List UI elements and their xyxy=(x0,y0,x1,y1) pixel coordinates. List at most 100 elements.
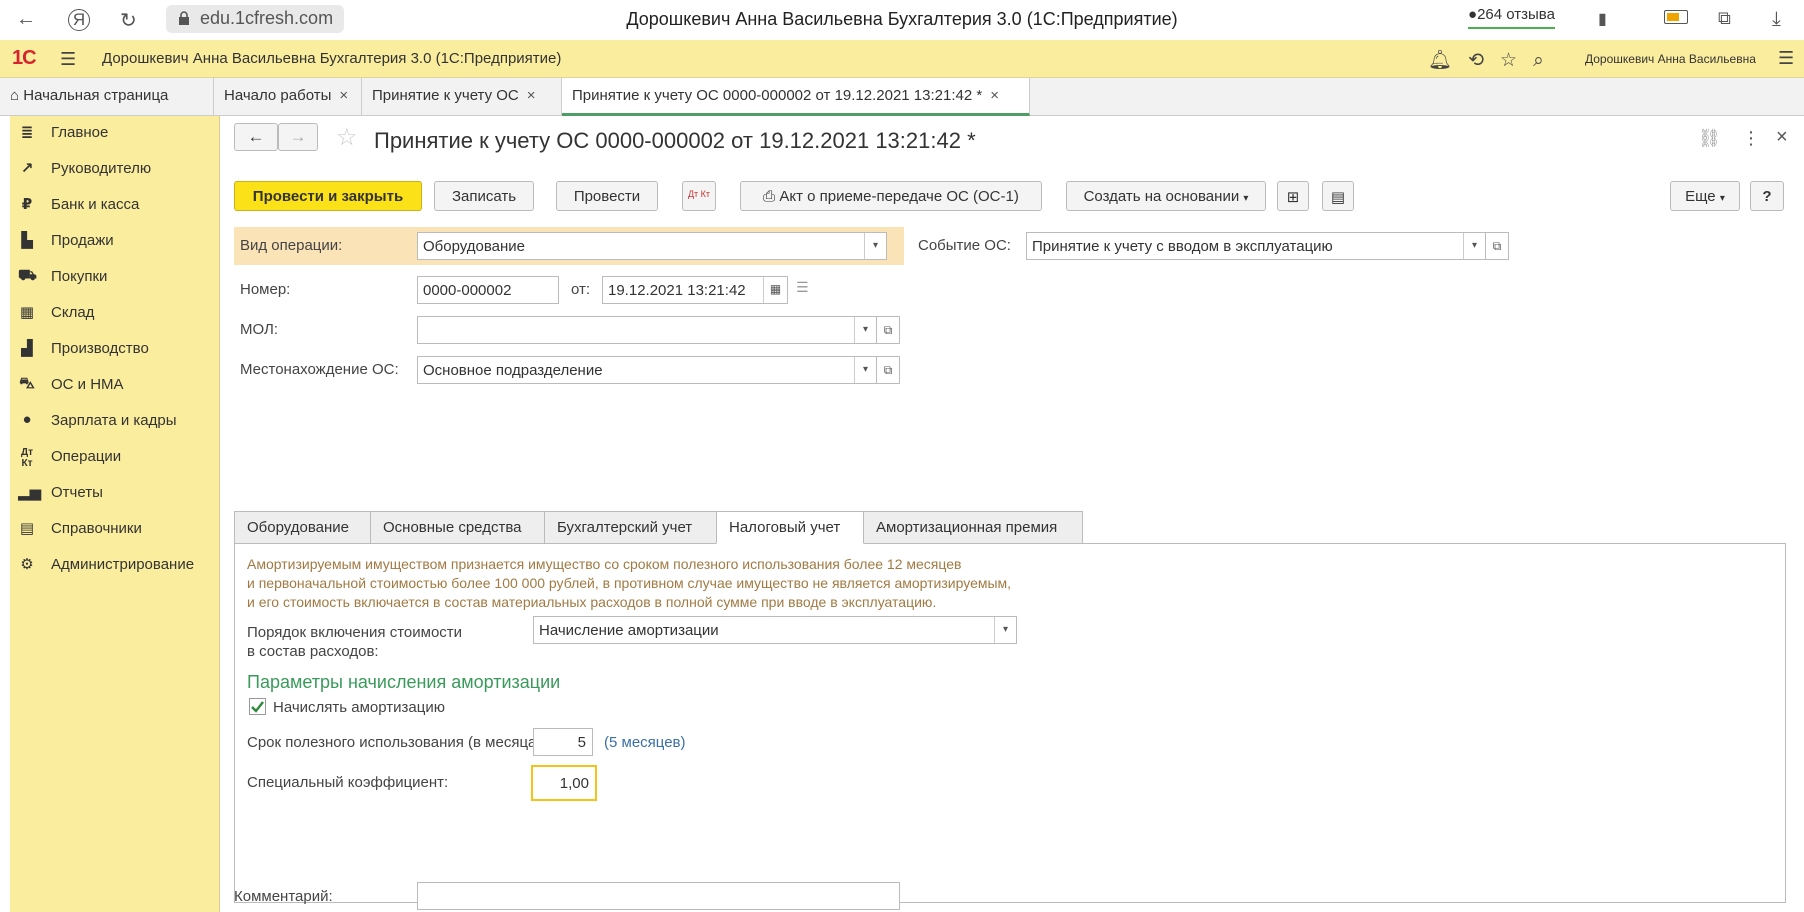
close-icon[interactable]: × xyxy=(339,87,348,104)
act-os1-label: Акт о приеме-передаче ОС (ОС-1) xyxy=(779,188,1019,205)
favorite-star-icon[interactable]: ☆ xyxy=(336,123,358,152)
menu-icon[interactable]: ☰ xyxy=(60,49,76,70)
link-icon[interactable]: ⛓ xyxy=(1698,128,1721,149)
reviews-badge[interactable]: ●264 отзыва xyxy=(1468,6,1555,29)
chevron-down-icon[interactable]: ▾ xyxy=(1463,233,1485,259)
sidebar-item-label: Отчеты xyxy=(51,484,103,501)
tab-start[interactable]: Начало работы × xyxy=(214,78,362,116)
page-title: Принятие к учету ОС 0000-000002 от 19.12… xyxy=(374,128,976,153)
sidebar-item-assets[interactable]: ⛍ ОС и НМА xyxy=(10,368,220,402)
location-value: Основное подразделение xyxy=(423,362,603,379)
post-button[interactable]: Провести xyxy=(556,181,658,211)
sidebar-item-operations[interactable]: Дт Кт Операции xyxy=(10,440,220,474)
comment-list-icon[interactable]: ☰ xyxy=(796,279,809,296)
chevron-down-icon[interactable]: ▾ xyxy=(994,617,1016,643)
nav-forward-button[interactable]: → xyxy=(278,123,318,151)
operation-type-select[interactable]: Оборудование ▾ xyxy=(417,232,887,260)
chevron-down-icon: ▾ xyxy=(1719,193,1725,204)
tab-os-list[interactable]: Принятие к учету ОС × xyxy=(362,78,562,116)
chevron-down-icon[interactable]: ▾ xyxy=(854,357,876,383)
post-and-close-button[interactable]: Провести и закрыть xyxy=(234,181,422,211)
save-button[interactable]: Записать xyxy=(434,181,534,211)
tab-fixed-assets[interactable]: Основные средства xyxy=(370,511,545,544)
checkmark-icon xyxy=(251,701,264,713)
more-vertical-icon[interactable]: ⋮ xyxy=(1742,128,1760,149)
sidebar-item-bank[interactable]: ₽ Банк и касса xyxy=(10,188,220,222)
useful-life-field[interactable]: 5 xyxy=(533,728,593,756)
sidebar-item-label: Справочники xyxy=(51,520,142,537)
open-location-button[interactable]: ⧉ xyxy=(876,356,900,384)
special-coef-field[interactable]: 1,00 xyxy=(531,765,597,801)
mol-select[interactable]: ▾ xyxy=(417,316,877,344)
sidebar-item-warehouse[interactable]: ▦ Склад xyxy=(10,296,220,330)
mol-label: МОЛ: xyxy=(240,321,279,338)
act-os1-button[interactable]: ⎙ Акт о приеме-передаче ОС (ОС-1) xyxy=(740,181,1042,211)
more-button[interactable]: Еще ▾ xyxy=(1670,181,1740,211)
expense-order-label-line2: в состав расходов: xyxy=(247,643,379,660)
sidebar-item-admin[interactable]: ⚙ Администрирование xyxy=(10,548,220,582)
bookmark-icon[interactable]: ▮ xyxy=(1598,9,1607,29)
settings-menu-icon[interactable]: ☰ xyxy=(1778,48,1794,69)
star-icon[interactable]: ☆ xyxy=(1500,50,1517,71)
accrue-depreciation-label[interactable]: Начислять амортизацию xyxy=(273,699,445,716)
operation-type-value: Оборудование xyxy=(423,238,526,255)
useful-life-label: Срок полезного использования (в месяцах)… xyxy=(247,734,554,751)
close-icon[interactable]: × xyxy=(990,87,999,104)
tab-equipment[interactable]: Оборудование xyxy=(234,511,371,544)
tab-depreciation-bonus[interactable]: Амортизационная премия xyxy=(863,511,1083,544)
sidebar-item-purchases[interactable]: ⛟ Покупки xyxy=(10,260,220,294)
user-name[interactable]: Дорошкевич Анна Васильевна xyxy=(1585,52,1756,66)
tab-tax-accounting[interactable]: Налоговый учет xyxy=(716,511,864,544)
tab-os-document[interactable]: Принятие к учету ОС 0000-000002 от 19.12… xyxy=(562,78,1030,116)
sidebar-item-label: Склад xyxy=(51,304,95,321)
sidebar-item-production[interactable]: ▟ Производство xyxy=(10,332,220,366)
logo-1c[interactable]: 1С xyxy=(12,47,37,70)
event-select[interactable]: Принятие к учету с вводом в эксплуатацию… xyxy=(1026,232,1486,260)
sidebar-item-manager[interactable]: ↗ Руководителю xyxy=(10,152,220,186)
more-label: Еще xyxy=(1685,188,1716,205)
sidebar: ≣ Главное ↗ Руководителю ₽ Банк и касса ▙ Пр… xyxy=(10,116,220,912)
date-label: от: xyxy=(571,281,591,298)
extension-icon[interactable]: ⧉ xyxy=(1718,8,1731,29)
dtkt-button[interactable]: Дт Кт xyxy=(682,181,716,211)
close-icon[interactable]: × xyxy=(527,87,536,104)
sidebar-item-reports[interactable]: ▂▅ Отчеты xyxy=(10,476,220,510)
tab-home[interactable]: ⌂ Начальная страница xyxy=(0,78,214,116)
document-icon: ▤ xyxy=(1330,189,1346,206)
tab-label: Начальная страница xyxy=(23,87,169,104)
structure-button[interactable]: ⊞ xyxy=(1277,181,1309,211)
bell-icon[interactable]: 🔔︎ xyxy=(1428,50,1452,71)
nav-back-button[interactable]: ← xyxy=(234,123,278,151)
download-icon[interactable]: ⤓ xyxy=(1772,8,1781,31)
expense-order-select[interactable]: Начисление амортизации ▾ xyxy=(533,616,1017,644)
attachments-button[interactable]: ▤ xyxy=(1322,181,1354,211)
comment-field[interactable] xyxy=(417,882,900,910)
open-event-button[interactable]: ⧉ xyxy=(1485,232,1509,260)
sidebar-item-salary[interactable]: ● Зарплата и кадры xyxy=(10,404,220,438)
location-select[interactable]: Основное подразделение ▾ xyxy=(417,356,877,384)
number-field[interactable]: 0000-000002 xyxy=(417,276,559,304)
calendar-icon[interactable]: ▦ xyxy=(763,277,787,303)
create-based-button[interactable]: Создать на основании ▾ xyxy=(1066,181,1266,211)
chevron-down-icon[interactable]: ▾ xyxy=(864,233,886,259)
search-icon[interactable]: ⌕ xyxy=(1533,50,1544,71)
accrue-depreciation-checkbox[interactable] xyxy=(249,698,266,715)
sidebar-item-sales[interactable]: ▙ Продажи xyxy=(10,224,220,258)
chevron-down-icon[interactable]: ▾ xyxy=(854,317,876,343)
bar-chart-icon: ▂▅ xyxy=(18,484,42,501)
open-icon: ⧉ xyxy=(1492,239,1502,253)
tab-accounting[interactable]: Бухгалтерский учет xyxy=(544,511,717,544)
sidebar-item-label: Администрирование xyxy=(51,556,195,573)
printer-icon: ⎙ xyxy=(763,188,776,205)
sidebar-item-main[interactable]: ≣ Главное xyxy=(10,116,220,150)
sidebar-item-label: ОС и НМА xyxy=(51,376,124,393)
open-mol-button[interactable]: ⧉ xyxy=(876,316,900,344)
date-field[interactable]: 19.12.2021 13:21:42 ▦ xyxy=(602,276,788,304)
history-icon[interactable]: ⟲ xyxy=(1468,50,1484,71)
useful-life-hint: (5 месяцев) xyxy=(604,734,686,751)
sidebar-item-catalogs[interactable]: ▤ Справочники xyxy=(10,512,220,546)
help-button[interactable]: ? xyxy=(1750,181,1784,211)
sidebar-item-label: Главное xyxy=(51,124,109,141)
tab-label: Принятие к учету ОС 0000-000002 от 19.12… xyxy=(572,87,983,104)
close-form-icon[interactable]: × xyxy=(1776,126,1788,149)
